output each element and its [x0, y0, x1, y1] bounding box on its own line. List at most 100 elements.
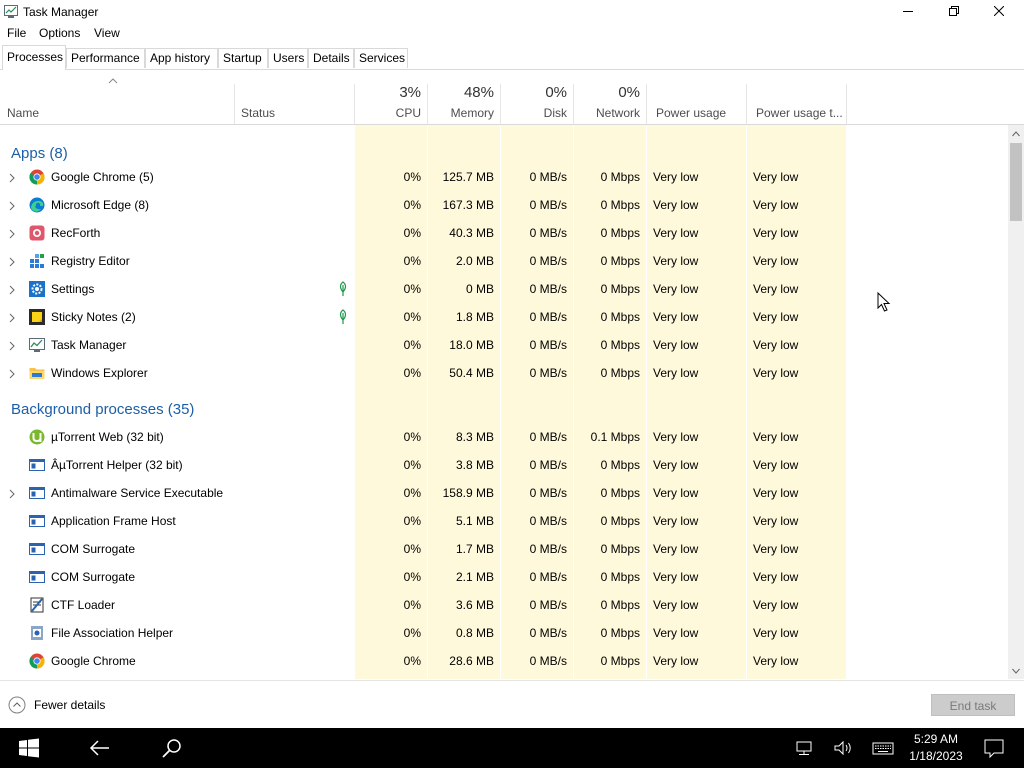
- search-icon[interactable]: [161, 738, 183, 758]
- service-window-icon: [29, 513, 45, 529]
- chevron-right-icon[interactable]: [9, 284, 15, 295]
- chevron-right-icon[interactable]: [9, 172, 15, 183]
- suspended-leaf-icon: [337, 281, 349, 297]
- vertical-scrollbar[interactable]: [1008, 125, 1024, 679]
- power-trend-cell: Very low: [753, 170, 799, 184]
- table-row[interactable]: Google Chrome (5) 0% 125.7 MB 0 MB/s 0 Mbps V…: [0, 163, 847, 191]
- disk-cell: 0 MB/s: [529, 430, 567, 444]
- memory-cell: 40.3 MB: [449, 226, 494, 240]
- menu-file[interactable]: File: [7, 26, 26, 40]
- scroll-down-icon[interactable]: [1012, 668, 1020, 674]
- suspended-leaf-icon: [337, 309, 349, 325]
- network-icon[interactable]: [793, 738, 815, 758]
- menu-view[interactable]: View: [94, 26, 120, 40]
- memory-cell: 0 MB: [465, 282, 494, 296]
- table-row[interactable]: RecForth 0% 40.3 MB 0 MB/s 0 Mbps Very low Ver…: [0, 219, 847, 247]
- power-usage-cell: Very low: [653, 598, 699, 612]
- table-row[interactable]: Registry Editor 0% 2.0 MB 0 MB/s 0 Mbps Very …: [0, 247, 847, 275]
- chevron-right-icon[interactable]: [9, 228, 15, 239]
- chevron-right-icon[interactable]: [9, 312, 15, 323]
- menu-options[interactable]: Options: [39, 26, 80, 40]
- taskbar-clock[interactable]: 5:29 AM 1/18/2023: [905, 731, 967, 765]
- disk-cell: 0 MB/s: [529, 170, 567, 184]
- network-cell: 0 Mbps: [600, 626, 640, 640]
- chevron-right-icon[interactable]: [9, 488, 15, 499]
- column-name[interactable]: Name: [0, 84, 235, 124]
- chevron-right-icon[interactable]: [9, 256, 15, 267]
- folder-icon: [29, 365, 45, 381]
- table-row[interactable]: Antimalware Service Executable 0% 158.9 MB…: [0, 479, 847, 507]
- memory-cell: 28.6 MB: [449, 654, 494, 668]
- restore-button[interactable]: [931, 0, 977, 22]
- notifications-icon[interactable]: [983, 738, 1005, 758]
- disk-total: 0%: [545, 84, 567, 101]
- cpu-cell: 0%: [403, 626, 421, 640]
- power-usage-cell: Very low: [653, 486, 699, 500]
- volume-icon[interactable]: [832, 738, 854, 758]
- network-cell: 0 Mbps: [600, 198, 640, 212]
- table-row[interactable]: Sticky Notes (2) 0% 1.8 MB 0 MB/s 0 Mbps Very…: [0, 303, 847, 331]
- background-processes-group-title: Background processes (35): [11, 401, 195, 418]
- table-row[interactable]: File Association Helper 0% 0.8 MB 0 MB/s 0 M…: [0, 619, 847, 647]
- task-manager-icon: [4, 5, 18, 18]
- table-row[interactable]: µTorrent Web (32 bit) 0% 8.3 MB 0 MB/s 0.1 M…: [0, 423, 847, 451]
- process-name: File Association Helper: [51, 626, 174, 640]
- keyboard-icon[interactable]: [872, 738, 894, 758]
- column-status[interactable]: Status: [235, 84, 355, 124]
- cpu-cell: 0%: [403, 542, 421, 556]
- disk-cell: 0 MB/s: [529, 514, 567, 528]
- memory-cell: 18.0 MB: [449, 338, 494, 352]
- column-power-usage[interactable]: Power usage: [647, 84, 747, 124]
- table-row[interactable]: COM Surrogate 0% 1.7 MB 0 MB/s 0 Mbps Very lo…: [0, 535, 847, 563]
- table-row[interactable]: ÂµTorrent Helper (32 bit) 0% 3.8 MB 0 MB/s 0…: [0, 451, 847, 479]
- table-row[interactable]: Windows Explorer 0% 50.4 MB 0 MB/s 0 Mbps Ver…: [0, 359, 847, 387]
- chevron-right-icon[interactable]: [9, 200, 15, 211]
- minimize-button[interactable]: [885, 0, 931, 22]
- table-row[interactable]: Application Frame Host 0% 5.1 MB 0 MB/s 0 Mb…: [0, 507, 847, 535]
- tab-users[interactable]: Users: [268, 48, 308, 68]
- end-task-button[interactable]: End task: [931, 694, 1015, 716]
- table-row[interactable]: Task Manager 0% 18.0 MB 0 MB/s 0 Mbps Very lo…: [0, 331, 847, 359]
- tab-processes[interactable]: Processes: [2, 45, 66, 70]
- table-row[interactable]: CTF Loader 0% 3.6 MB 0 MB/s 0 Mbps Very low Ve…: [0, 591, 847, 619]
- column-disk[interactable]: 0% Disk: [501, 84, 574, 124]
- column-power-usage-trend[interactable]: Power usage t...: [747, 84, 847, 124]
- back-arrow-icon[interactable]: [89, 738, 111, 758]
- column-cpu[interactable]: 3% CPU: [355, 84, 428, 124]
- table-row[interactable]: COM Surrogate 0% 2.1 MB 0 MB/s 0 Mbps Very lo…: [0, 563, 847, 591]
- network-cell: 0 Mbps: [600, 366, 640, 380]
- chevron-up-circle-icon: [8, 696, 26, 714]
- disk-cell: 0 MB/s: [529, 310, 567, 324]
- chrome-icon: [29, 169, 45, 185]
- chevron-right-icon[interactable]: [9, 340, 15, 351]
- table-row[interactable]: Microsoft Edge (8) 0% 167.3 MB 0 MB/s 0 Mbps…: [0, 191, 847, 219]
- table-row[interactable]: Google Chrome 0% 28.6 MB 0 MB/s 0 Mbps Very l…: [0, 647, 847, 675]
- windows-start-icon[interactable]: [18, 738, 40, 758]
- cpu-cell: 0%: [403, 598, 421, 612]
- background-processes-group-row[interactable]: Background processes (35): [0, 389, 847, 418]
- tab-app-history[interactable]: App history: [145, 48, 218, 68]
- scrollbar-thumb[interactable]: [1010, 143, 1022, 221]
- power-trend-cell: Very low: [753, 654, 799, 668]
- tab-startup[interactable]: Startup: [218, 48, 268, 68]
- process-list: Apps (8) Google Chrome (5) 0% 125.7 MB 0 MB/…: [0, 125, 1008, 679]
- close-button[interactable]: [976, 0, 1022, 22]
- scroll-up-icon[interactable]: [1012, 131, 1020, 137]
- title-bar[interactable]: Task Manager: [0, 0, 1024, 24]
- tab-services[interactable]: Services: [354, 48, 408, 68]
- process-name: Antimalware Service Executable: [51, 486, 224, 500]
- window-title: Task Manager: [23, 5, 99, 19]
- table-row[interactable]: Settings 0% 0 MB 0 MB/s 0 Mbps Very low Very l…: [0, 275, 847, 303]
- chevron-right-icon[interactable]: [9, 368, 15, 379]
- tab-details[interactable]: Details: [308, 48, 354, 68]
- column-network[interactable]: 0% Network: [574, 84, 647, 124]
- column-memory[interactable]: 48% Memory: [428, 84, 501, 124]
- cpu-cell: 0%: [403, 366, 421, 380]
- recforth-icon: [29, 225, 45, 241]
- tab-performance[interactable]: Performance: [66, 48, 145, 68]
- cpu-cell: 0%: [403, 458, 421, 472]
- fewer-details-button[interactable]: Fewer details: [8, 696, 105, 714]
- network-cell: 0 Mbps: [600, 254, 640, 268]
- apps-group-row[interactable]: Apps (8): [0, 133, 847, 162]
- memory-cell: 50.4 MB: [449, 366, 494, 380]
